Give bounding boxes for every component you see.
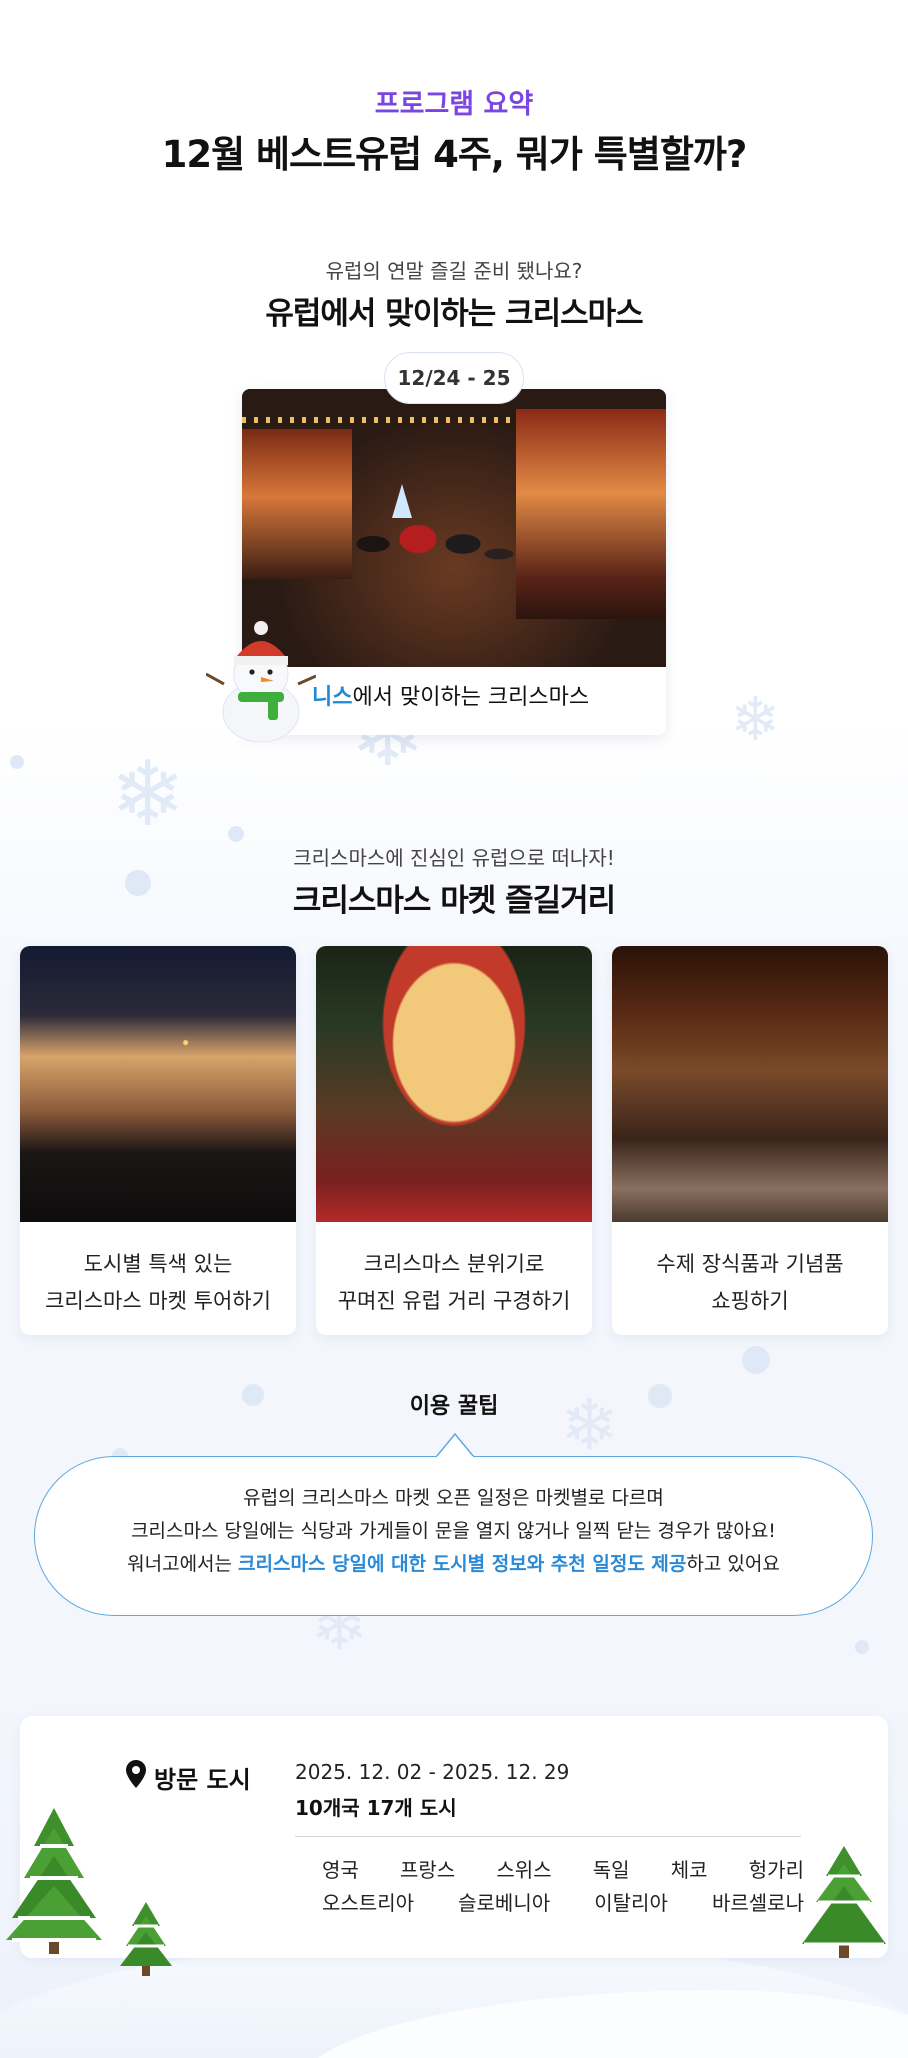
tips-title: 이용 꿀팁 — [409, 1394, 499, 1419]
country: 오스트리아 — [322, 1891, 414, 1915]
section-eyebrow: 프로그램 요약 — [374, 89, 534, 120]
visit-summary: 10개국 17개 도시 — [295, 1796, 457, 1820]
country-list: 영국 프랑스 스위스 독일 체코 헝가리 오스트리아 슬로베니아 이탈리아 바르… — [322, 1852, 804, 1918]
market-photo-ornaments — [612, 946, 888, 1222]
snowflake-icon: ❄ — [110, 742, 186, 847]
market-stall-left — [242, 429, 352, 579]
tips-line: 크리스마스 당일에는 식당과 가게들이 문을 열지 않거나 일찍 닫는 경우가 … — [131, 1520, 776, 1542]
location-pin-icon — [126, 1760, 146, 1788]
country: 슬로베니아 — [458, 1891, 551, 1915]
page: ❄ ❄ ❄ ❄ ❄ 프로그램 요약 12월 베스트유럽 4주, 뭐가 특별할까?… — [0, 0, 908, 2058]
christmas-tree-icon — [802, 1846, 886, 1958]
country-row: 오스트리아 슬로베니아 이탈리아 바르셀로나 — [322, 1885, 804, 1918]
market-card-line: 크리스마스 마켓 투어하기 — [45, 1289, 271, 1313]
christmas-subtitle: 유럽의 연말 즐길 준비 됐나요? — [325, 259, 583, 283]
market-card-line: 도시별 특색 있는 — [83, 1252, 233, 1276]
tips-line: 워너고에서는 크리스마스 당일에 대한 도시별 정보와 추천 일정도 제공하고 … — [34, 1548, 873, 1581]
christmas-title: 유럽에서 맞이하는 크리스마스 — [265, 296, 643, 332]
market-card-text: 도시별 특색 있는 크리스마스 마켓 투어하기 — [20, 1246, 296, 1320]
christmas-tree-icon — [6, 1808, 102, 1954]
caption-city: 니스 — [312, 685, 353, 710]
snowman-icon — [206, 621, 316, 742]
tips-line: 유럽의 크리스마스 마켓 오픈 일정은 마켓별로 다르며 — [243, 1487, 664, 1509]
country: 바르셀로나 — [711, 1891, 804, 1915]
country: 독일 — [592, 1858, 630, 1882]
tips-text: 유럽의 크리스마스 마켓 오픈 일정은 마켓별로 다르며 크리스마스 당일에는 … — [34, 1482, 873, 1581]
market-card: 수제 장식품과 기념품 쇼핑하기 — [612, 946, 888, 1335]
country: 헝가리 — [748, 1858, 804, 1882]
market-card-line: 수제 장식품과 기념품 — [656, 1252, 844, 1276]
visit-label: 방문 도시 — [154, 1766, 251, 1794]
market-card-text: 크리스마스 분위기로 꾸며진 유럽 거리 구경하기 — [316, 1246, 592, 1320]
christmas-tree-icon — [120, 1902, 172, 1976]
tips-line-pre: 워너고에서는 — [127, 1553, 239, 1575]
market-card-line: 크리스마스 분위기로 — [363, 1252, 545, 1276]
caption-text: 에서 맞이하는 크리스마스 — [352, 685, 590, 710]
christmas-tree-lights — [392, 484, 412, 518]
country: 영국 — [322, 1858, 359, 1882]
christmas-card-caption: 니스에서 맞이하는 크리스마스 — [312, 679, 666, 711]
market-subtitle: 크리스마스에 진심인 유럽으로 떠나자! — [293, 846, 615, 870]
market-photo-city — [20, 946, 296, 1222]
market-card: 도시별 특색 있는 크리스마스 마켓 투어하기 — [20, 946, 296, 1335]
market-photo-carousel — [316, 946, 592, 1222]
country: 이탈리아 — [594, 1891, 668, 1915]
snowflake-icon: ❄ — [730, 685, 781, 755]
market-card-line: 꾸며진 유럽 거리 구경하기 — [337, 1289, 571, 1313]
country: 프랑스 — [400, 1858, 456, 1882]
market-stall-right — [516, 409, 666, 619]
divider — [295, 1836, 801, 1837]
market-card-text: 수제 장식품과 기념품 쇼핑하기 — [612, 1246, 888, 1320]
crowd — [337, 514, 517, 614]
tips-line-post: 하고 있어요 — [686, 1553, 780, 1575]
country: 체코 — [670, 1858, 708, 1882]
date-badge: 12/24 - 25 — [384, 352, 524, 404]
snow-dot — [228, 826, 244, 842]
tips-highlight: 크리스마스 당일에 대한 도시별 정보와 추천 일정도 제공 — [238, 1553, 687, 1575]
market-card-line: 쇼핑하기 — [711, 1289, 789, 1313]
market-title: 크리스마스 마켓 즐길거리 — [292, 883, 616, 919]
bubble-notch — [436, 1432, 474, 1458]
market-card: 크리스마스 분위기로 꾸며진 유럽 거리 구경하기 — [316, 946, 592, 1335]
snow-dot — [10, 755, 24, 769]
page-title: 12월 베스트유럽 4주, 뭐가 특별할까? — [161, 133, 748, 176]
country-row: 영국 프랑스 스위스 독일 체코 헝가리 — [322, 1852, 804, 1885]
visit-dates: 2025. 12. 02 - 2025. 12. 29 — [295, 1760, 570, 1784]
country: 스위스 — [496, 1858, 552, 1882]
snow-dot — [742, 1346, 770, 1374]
snow-dot — [855, 1640, 869, 1654]
